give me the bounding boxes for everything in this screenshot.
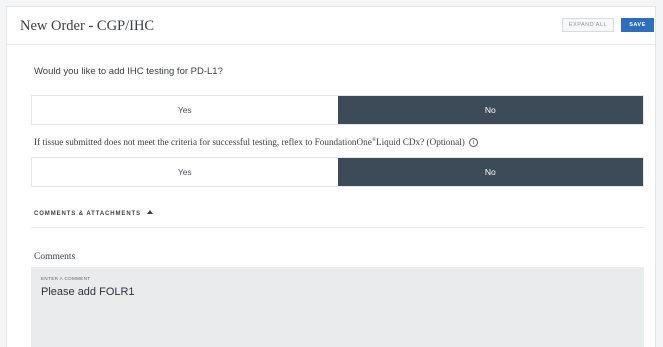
pdl1-no-option[interactable]: No [337, 96, 643, 124]
comment-field-value[interactable]: Please add FOLR1 [41, 286, 135, 298]
pdl1-toggle: Yes No [31, 95, 644, 125]
panel-header: New Order - CGP/IHC EXPAND ALL SAVE [7, 7, 655, 45]
comment-field[interactable]: ENTER A COMMENT Please add FOLR1 [31, 267, 644, 347]
reflex-toggle: Yes No [31, 157, 644, 187]
reflex-question-label: If tissue submitted does not meet the cr… [34, 137, 479, 148]
caret-up-icon [147, 210, 154, 214]
info-icon[interactable]: i [469, 138, 479, 148]
page-title: New Order - CGP/IHC [20, 18, 155, 34]
section-divider [31, 227, 644, 228]
expand-all-button[interactable]: EXPAND ALL [562, 18, 614, 32]
reflex-yes-option[interactable]: Yes [32, 158, 338, 186]
comments-label: Comments [34, 252, 76, 262]
comments-attachments-heading: COMMENTS & ATTACHMENTS [34, 211, 142, 217]
reflex-question-text-before: If tissue submitted does not meet the cr… [34, 137, 372, 148]
save-button[interactable]: SAVE [621, 18, 654, 32]
reflex-no-option[interactable]: No [337, 158, 643, 186]
reflex-question-text-after: Liquid CDx? (Optional) [376, 137, 465, 148]
order-panel: New Order - CGP/IHC EXPAND ALL SAVE Woul… [6, 6, 656, 347]
pdl1-question-label: Would you like to add IHC testing for PD… [34, 66, 223, 77]
pdl1-yes-option[interactable]: Yes [32, 96, 338, 124]
comments-attachments-toggle[interactable]: COMMENTS & ATTACHMENTS [34, 210, 154, 217]
comment-field-caption: ENTER A COMMENT [41, 276, 91, 281]
